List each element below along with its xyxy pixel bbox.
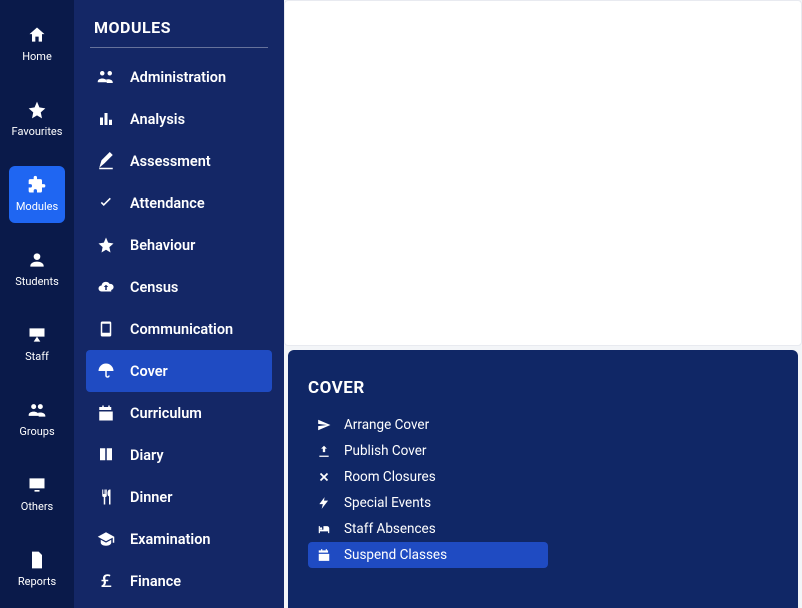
- rail-item-students[interactable]: Students: [0, 233, 74, 308]
- star-icon: [26, 99, 48, 121]
- module-label: Communication: [130, 321, 233, 338]
- submenu-label: Staff Absences: [344, 521, 436, 537]
- calendar-icon: [316, 547, 332, 563]
- module-label: Assessment: [130, 153, 211, 170]
- cloud-up-icon: [96, 277, 116, 297]
- rail-label: Students: [15, 275, 59, 288]
- submenu-suspend-classes[interactable]: Suspend Classes: [308, 542, 548, 568]
- module-label: Diary: [130, 447, 164, 464]
- puzzle-icon: [26, 174, 48, 196]
- module-finance[interactable]: Finance: [86, 560, 272, 602]
- rail-label: Reports: [18, 575, 56, 588]
- submenu-label: Special Events: [344, 495, 431, 511]
- board-icon: [26, 324, 48, 346]
- submenu-publish-cover[interactable]: Publish Cover: [308, 438, 548, 464]
- module-diary[interactable]: Diary: [86, 434, 272, 476]
- rail-item-staff[interactable]: Staff: [0, 308, 74, 383]
- module-label: Attendance: [130, 195, 205, 212]
- submenu-arrange-cover[interactable]: Arrange Cover: [308, 412, 548, 438]
- pencil-icon: [96, 151, 116, 171]
- upload-icon: [316, 443, 332, 459]
- module-attendance[interactable]: Attendance: [86, 182, 272, 224]
- submenu-label: Arrange Cover: [344, 417, 429, 433]
- rail-item-reports[interactable]: Reports: [0, 533, 74, 608]
- module-label: Administration: [130, 69, 226, 86]
- calendar-icon: [96, 403, 116, 423]
- module-cover[interactable]: Cover: [86, 350, 272, 392]
- check-icon: [96, 193, 116, 213]
- module-behaviour[interactable]: Behaviour: [86, 224, 272, 266]
- rail-label: Modules: [16, 200, 58, 213]
- module-label: Census: [130, 279, 178, 296]
- pound-icon: [96, 571, 116, 591]
- document-icon: [26, 549, 48, 571]
- module-label: Curriculum: [130, 405, 202, 422]
- module-label: Examination: [130, 531, 211, 548]
- submenu-label: Suspend Classes: [344, 547, 447, 563]
- module-label: Behaviour: [130, 237, 195, 254]
- rail-label: Staff: [25, 350, 49, 363]
- modules-list: Administration Analysis Assessment Atten…: [86, 56, 272, 602]
- book-icon: [96, 445, 116, 465]
- module-communication[interactable]: Communication: [86, 308, 272, 350]
- rail-label: Others: [21, 500, 53, 513]
- submenu-label: Room Closures: [344, 469, 436, 485]
- module-dinner[interactable]: Dinner: [86, 476, 272, 518]
- submenu-staff-absences[interactable]: Staff Absences: [308, 516, 548, 542]
- close-icon: [316, 469, 332, 485]
- submenu-label: Publish Cover: [344, 443, 426, 459]
- cutlery-icon: [96, 487, 116, 507]
- home-icon: [26, 24, 48, 46]
- grad-icon: [96, 529, 116, 549]
- module-administration[interactable]: Administration: [86, 56, 272, 98]
- rail-label: Groups: [19, 425, 54, 438]
- divider: [90, 47, 268, 48]
- modules-panel: MODULES Administration Analysis Assessme…: [74, 0, 284, 608]
- submenu-room-closures[interactable]: Room Closures: [308, 464, 548, 490]
- users-icon: [26, 399, 48, 421]
- rail-item-home[interactable]: Home: [0, 8, 74, 83]
- module-examination[interactable]: Examination: [86, 518, 272, 560]
- bed-icon: [316, 521, 332, 537]
- user-icon: [26, 249, 48, 271]
- rail-item-others[interactable]: Others: [0, 458, 74, 533]
- content-placeholder: [284, 0, 802, 346]
- module-assessment[interactable]: Assessment: [86, 140, 272, 182]
- module-label: Analysis: [130, 111, 185, 128]
- rail-item-modules[interactable]: Modules: [0, 158, 74, 233]
- module-analysis[interactable]: Analysis: [86, 98, 272, 140]
- submenu-special-events[interactable]: Special Events: [308, 490, 548, 516]
- submenu-title: COVER: [308, 378, 778, 398]
- send-icon: [316, 417, 332, 433]
- monitor-icon: [26, 474, 48, 496]
- rail-item-favourites[interactable]: Favourites: [0, 83, 74, 158]
- rail-label: Favourites: [12, 125, 63, 138]
- module-census[interactable]: Census: [86, 266, 272, 308]
- left-rail: Home Favourites Modules Students Staff G…: [0, 0, 74, 608]
- star-icon: [96, 235, 116, 255]
- rail-item-groups[interactable]: Groups: [0, 383, 74, 458]
- content-area: COVER Arrange Cover Publish Cover Room C…: [284, 0, 802, 608]
- phone-icon: [96, 319, 116, 339]
- submenu-list: Arrange Cover Publish Cover Room Closure…: [308, 412, 548, 568]
- module-label: Cover: [130, 363, 168, 380]
- module-label: Dinner: [130, 489, 172, 506]
- module-curriculum[interactable]: Curriculum: [86, 392, 272, 434]
- rail-label: Home: [22, 50, 52, 63]
- umbrella-icon: [96, 361, 116, 381]
- people-icon: [96, 67, 116, 87]
- flash-icon: [316, 495, 332, 511]
- cover-submenu-panel: COVER Arrange Cover Publish Cover Room C…: [288, 350, 798, 608]
- bars-icon: [96, 109, 116, 129]
- module-label: Finance: [130, 573, 181, 590]
- modules-title: MODULES: [86, 18, 272, 47]
